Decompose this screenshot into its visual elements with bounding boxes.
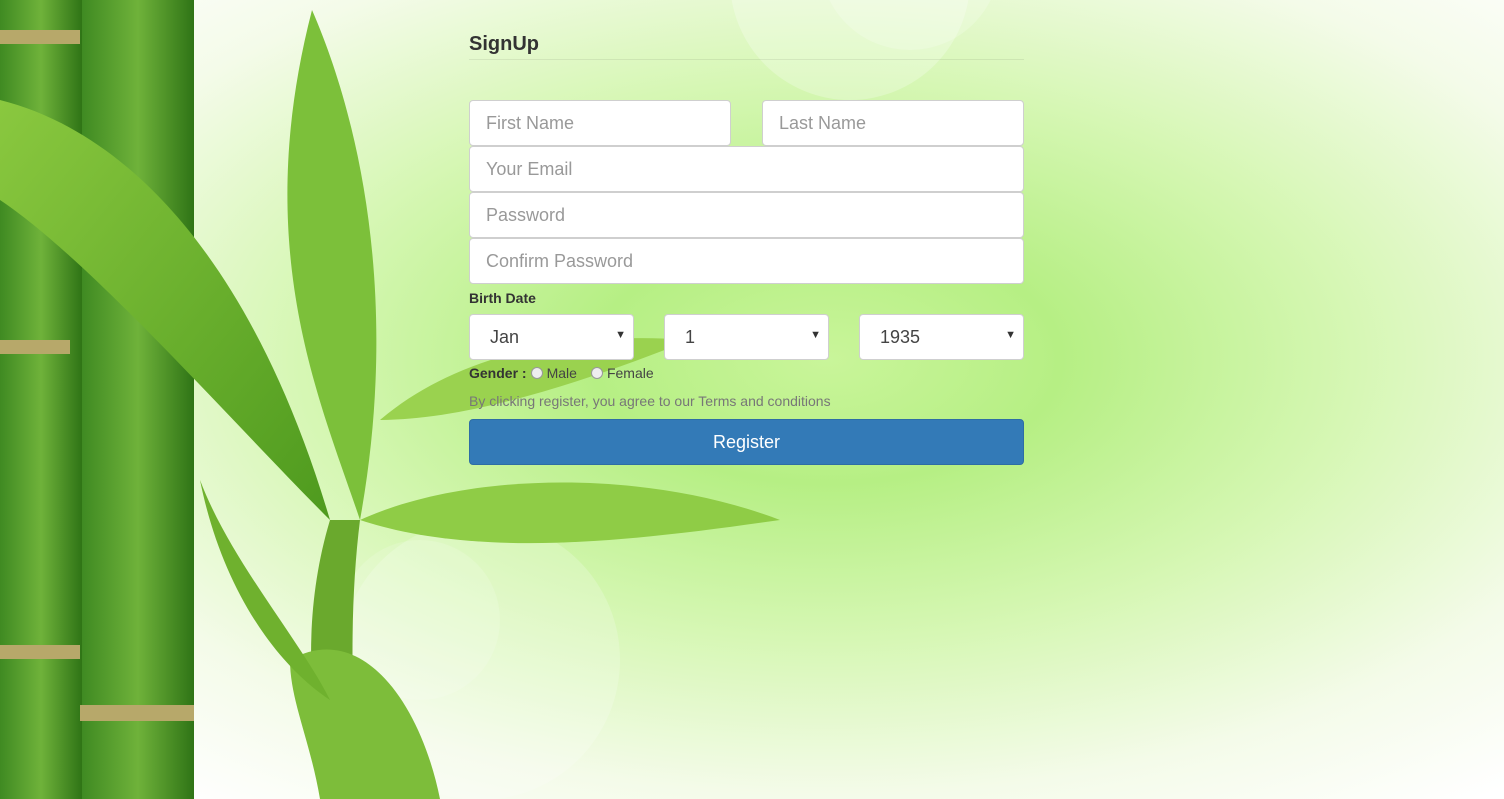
gender-male-label[interactable]: Male [547, 365, 577, 381]
caret-down-icon: ▼ [1005, 329, 1016, 341]
first-name-input[interactable] [469, 100, 731, 146]
signup-form: SignUp Birth Date Jan ▼ 1 ▼ 1935 ▼ Gende… [469, 30, 1024, 465]
gender-row: Gender : Male Female [469, 362, 1024, 384]
caret-down-icon: ▼ [615, 329, 626, 341]
last-name-input[interactable] [762, 100, 1024, 146]
month-select[interactable]: Jan ▼ [469, 314, 634, 360]
confirm-password-input[interactable] [469, 238, 1024, 284]
gender-male-radio[interactable] [530, 367, 543, 379]
gender-female-radio[interactable] [590, 367, 603, 379]
caret-down-icon: ▼ [810, 329, 821, 341]
terms-text: By clicking register, you agree to our T… [469, 393, 831, 409]
password-input[interactable] [469, 192, 1024, 238]
year-select-value: 1935 [859, 314, 1024, 360]
gender-female-label[interactable]: Female [607, 365, 654, 381]
birth-date-label: Birth Date [469, 290, 536, 306]
day-select[interactable]: 1 ▼ [664, 314, 829, 360]
gender-label: Gender : [469, 365, 527, 381]
title-divider [469, 59, 1024, 60]
email-input[interactable] [469, 146, 1024, 192]
form-title: SignUp [469, 33, 539, 55]
year-select[interactable]: 1935 ▼ [859, 314, 1024, 360]
register-button[interactable]: Register [469, 419, 1024, 465]
month-select-value: Jan [469, 314, 634, 360]
day-select-value: 1 [664, 314, 829, 360]
